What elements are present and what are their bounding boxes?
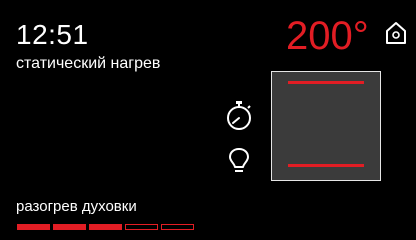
clock-time: 12:51	[16, 19, 89, 50]
temperature-setting[interactable]: 200°	[286, 14, 369, 58]
cooking-mode-label[interactable]: статический нагрев	[16, 54, 160, 74]
oven-light-button[interactable]	[228, 147, 250, 175]
progress-segment	[17, 224, 50, 230]
progress-segment	[125, 224, 158, 230]
home-button[interactable]	[383, 20, 409, 46]
timer-button[interactable]	[225, 100, 253, 132]
oven-heating-diagram	[271, 71, 381, 181]
progress-segment	[53, 224, 86, 230]
bottom-heater-indicator	[288, 164, 364, 167]
preheat-progress-bar	[17, 224, 194, 230]
progress-segment	[161, 224, 194, 230]
preheat-status-label: разогрев духовки	[16, 198, 137, 215]
lamp-icon	[229, 148, 249, 172]
top-heater-indicator	[288, 81, 364, 84]
home-icon	[386, 22, 406, 44]
progress-segment	[89, 224, 122, 230]
timer-icon	[227, 101, 251, 130]
